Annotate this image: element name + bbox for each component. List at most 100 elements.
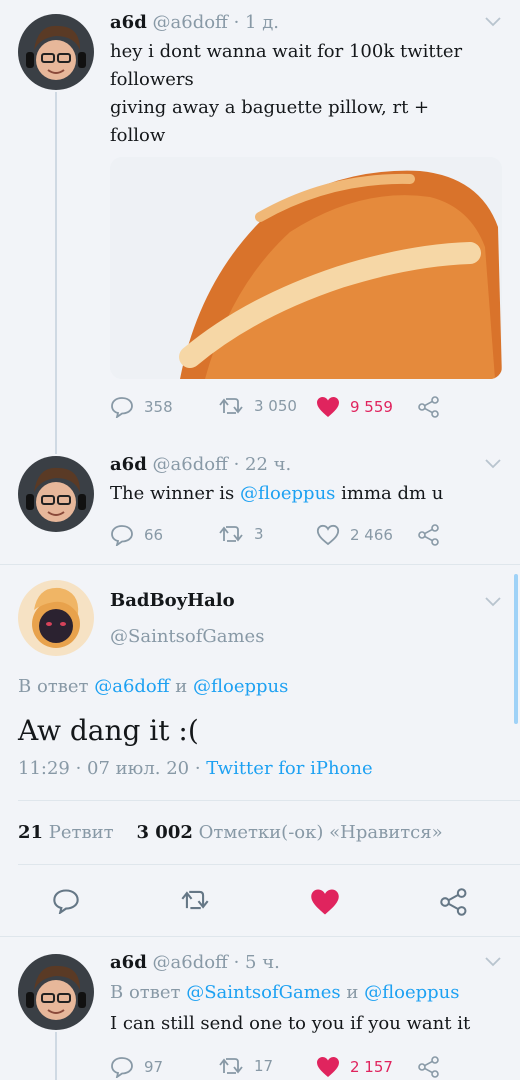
tweet-text-part: imma dm u — [335, 483, 444, 504]
tweet-text: The winner is @floeppus imma dm u — [110, 480, 443, 508]
mention-link[interactable]: @floeppus — [240, 483, 335, 504]
chevron-down-icon[interactable] — [484, 956, 502, 968]
reply-and: и — [340, 982, 365, 1003]
tweet-time[interactable]: 22 ч. — [245, 454, 291, 475]
like-label: Отметки(-ок) «Нравится» — [198, 822, 443, 843]
share-button[interactable] — [418, 524, 440, 546]
retweet-icon — [219, 398, 243, 414]
divider — [0, 564, 520, 565]
tweet-text-part: The winner is — [110, 483, 241, 504]
tweet-time[interactable]: 5 ч. — [245, 952, 280, 973]
retweet-count: 17 — [254, 1057, 274, 1075]
like-button[interactable]: 2 466 — [316, 524, 393, 546]
tweet-meta: 11:29 · 07 июл. 20 · Twitter for iPhone — [18, 758, 373, 779]
tweet-text: I can still send one to you if you want … — [110, 1013, 471, 1034]
heart-filled-icon — [317, 397, 339, 417]
share-icon — [418, 1056, 439, 1078]
avatar[interactable] — [18, 954, 94, 1030]
mention-link[interactable]: @floeppus — [364, 982, 459, 1003]
share-button[interactable] — [440, 888, 468, 920]
chevron-down-icon[interactable] — [484, 16, 502, 28]
divider — [18, 800, 520, 801]
tweet-line: follow — [110, 125, 166, 146]
reply-button[interactable] — [52, 888, 80, 918]
like-count: 2 466 — [350, 526, 393, 544]
retweet-count: 3 050 — [254, 397, 297, 415]
reply-button[interactable]: 66 — [110, 524, 163, 546]
tweet-line: giving away a baguette pillow, rt + — [110, 97, 430, 118]
retweet-total: 21 — [18, 822, 44, 843]
author-handle[interactable]: @a6doff — [153, 454, 228, 475]
retweet-button[interactable] — [180, 888, 210, 916]
author-name[interactable]: a6d — [110, 454, 147, 475]
tweet-text: Aw dang it :( — [18, 714, 199, 747]
retweet-icon — [181, 890, 209, 910]
retweet-count: 3 — [254, 525, 264, 543]
reply-count: 97 — [144, 1058, 164, 1076]
like-total: 3 002 — [136, 822, 193, 843]
avatar[interactable] — [18, 456, 94, 532]
author-name[interactable]: a6d — [110, 12, 147, 33]
tweet-timestamp[interactable]: 11:29 · 07 июл. 20 — [18, 758, 189, 779]
reply-prefix: В ответ — [18, 676, 95, 697]
divider — [0, 936, 520, 937]
retweet-button[interactable]: 17 — [218, 1056, 273, 1076]
reply-icon — [111, 397, 133, 418]
mention-link[interactable]: @SaintsofGames — [186, 982, 340, 1003]
like-button[interactable] — [310, 888, 340, 920]
reply-icon — [111, 525, 133, 546]
retweet-button[interactable]: 3 — [218, 524, 264, 544]
thread-line — [55, 1032, 57, 1080]
retweet-icon — [219, 526, 243, 542]
divider — [18, 864, 520, 865]
separator: · — [227, 454, 246, 475]
share-icon — [418, 396, 439, 418]
share-button[interactable] — [418, 396, 440, 418]
share-button[interactable] — [418, 1056, 440, 1078]
chevron-down-icon[interactable] — [484, 596, 502, 608]
reply-and: и — [169, 676, 194, 697]
reply-count: 66 — [144, 526, 164, 544]
tweet-header: a6d @a6doff · 5 ч. — [110, 952, 280, 973]
share-icon — [440, 888, 467, 916]
reply-button[interactable]: 97 — [110, 1056, 163, 1078]
heart-filled-icon — [317, 1057, 339, 1077]
tweet-time[interactable]: 1 д. — [245, 12, 279, 33]
retweet-icon — [219, 1058, 243, 1074]
tweet-actions: 358 3 050 9 559 — [110, 396, 450, 420]
author-handle[interactable]: @SaintsofGames — [110, 626, 264, 647]
share-icon — [418, 524, 439, 546]
retweet-stat[interactable]: 21 Ретвит — [18, 822, 114, 843]
tweet-actions: 97 17 2 157 — [110, 1056, 450, 1080]
tweet-line: hey i dont wanna wait for 100k twitter — [110, 41, 463, 62]
scrollbar[interactable] — [514, 574, 518, 724]
avatar[interactable] — [18, 580, 94, 656]
thread-line — [55, 92, 57, 454]
like-stat[interactable]: 3 002 Отметки(-ок) «Нравится» — [137, 822, 443, 843]
chevron-down-icon[interactable] — [484, 458, 502, 470]
tweet-source[interactable]: Twitter for iPhone — [206, 758, 372, 779]
author-name[interactable]: a6d — [110, 952, 147, 973]
tweet-text: hey i dont wanna wait for 100k twitter f… — [110, 38, 462, 150]
mention-link[interactable]: @floeppus — [193, 676, 288, 697]
tweet-header: a6d @a6doff · 22 ч. — [110, 454, 291, 475]
like-count: 9 559 — [350, 398, 393, 416]
avatar[interactable] — [18, 14, 94, 90]
tweet-image[interactable] — [110, 157, 502, 379]
mention-link[interactable]: @a6doff — [94, 676, 169, 697]
author-name[interactable]: BadBoyHalo — [110, 590, 235, 611]
tweet-header: a6d @a6doff · 1 д. — [110, 12, 279, 33]
author-handle[interactable]: @a6doff — [153, 952, 228, 973]
reply-button[interactable]: 358 — [110, 396, 173, 418]
like-button[interactable]: 2 157 — [316, 1056, 393, 1078]
tweet-stats: 21 Ретвит 3 002 Отметки(-ок) «Нравится» — [18, 822, 443, 843]
reply-icon — [53, 889, 79, 916]
author-handle[interactable]: @a6doff — [153, 12, 228, 33]
separator: · — [189, 758, 207, 779]
retweet-label: Ретвит — [48, 822, 114, 843]
reply-prefix: В ответ — [110, 982, 187, 1003]
like-button[interactable]: 9 559 — [316, 396, 393, 418]
separator: · — [227, 12, 246, 33]
tweet-line: followers — [110, 69, 194, 90]
retweet-button[interactable]: 3 050 — [218, 396, 297, 416]
